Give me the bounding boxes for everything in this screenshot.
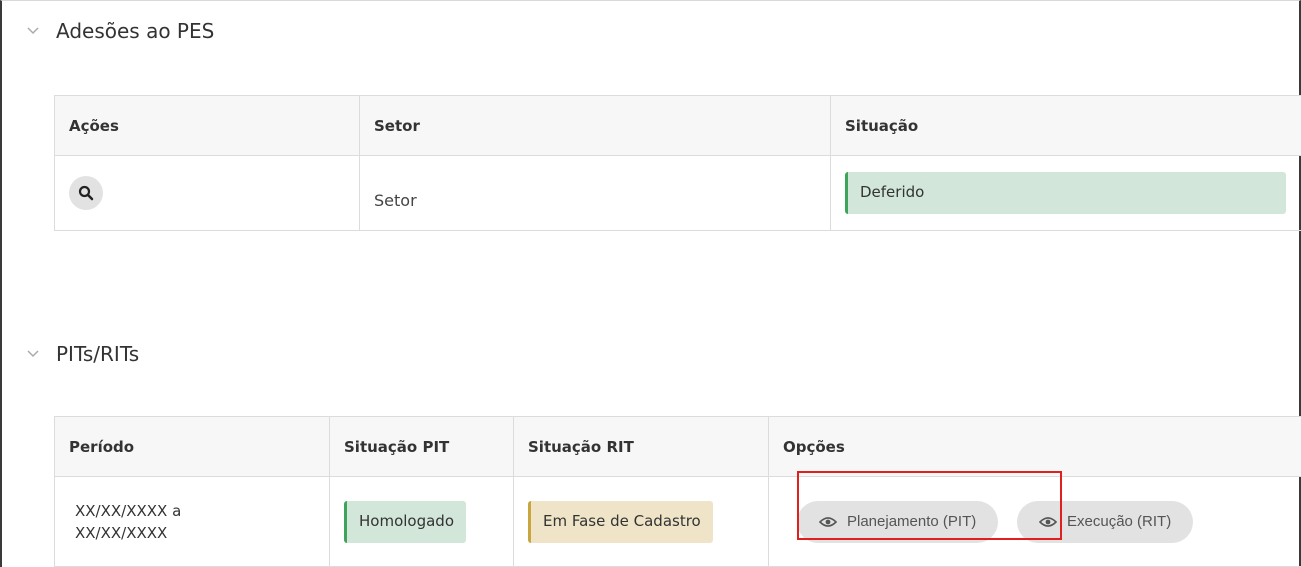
- column-header: Situação RIT: [513, 416, 769, 477]
- rit-status-badge: Em Fase de Cadastro: [528, 500, 713, 543]
- chevron-down-icon[interactable]: [26, 347, 40, 361]
- column-header: Opções: [768, 416, 1301, 477]
- section-title: PITs/RITs: [56, 342, 140, 366]
- pits-table: Período Situação PIT Situação RIT Opções…: [54, 416, 1301, 567]
- section-adesoes-header[interactable]: Adesões ao PES: [26, 19, 214, 43]
- periodo-end: XX/XX/XXXX: [75, 523, 168, 542]
- table-header-row: Ações Setor Situação: [54, 95, 1301, 156]
- search-icon: [78, 185, 94, 201]
- setor-cell: Setor: [359, 155, 831, 231]
- situacao-rit-cell: Em Fase de Cadastro: [513, 476, 769, 567]
- actions-cell: [54, 155, 360, 231]
- section-title: Adesões ao PES: [56, 19, 215, 43]
- view-button[interactable]: [69, 176, 103, 210]
- situacao-cell: Deferido: [830, 155, 1301, 231]
- status-badge: Deferido: [845, 172, 1286, 214]
- table-header-row: Período Situação PIT Situação RIT Opções: [54, 416, 1301, 477]
- periodo-cell: XX/XX/XXXX a XX/XX/XXXX: [54, 476, 330, 567]
- chevron-down-icon[interactable]: [26, 24, 40, 38]
- column-header: Situação PIT: [329, 416, 514, 477]
- button-label: Execução (RIT): [1067, 513, 1172, 530]
- page-frame: Adesões ao PES Ações Setor Situação Seto…: [0, 0, 1301, 567]
- section-pits-header[interactable]: PITs/RITs: [26, 342, 139, 366]
- column-header: Situação: [830, 95, 1301, 156]
- adesoes-table: Ações Setor Situação Setor Deferido: [54, 95, 1301, 231]
- periodo-start: XX/XX/XXXX a: [75, 501, 182, 520]
- table-row: Setor Deferido: [54, 155, 1301, 231]
- table-row: XX/XX/XXXX a XX/XX/XXXX Homologado Em Fa…: [54, 476, 1301, 567]
- column-header: Período: [54, 416, 330, 477]
- column-header: Setor: [359, 95, 831, 156]
- situacao-pit-cell: Homologado: [329, 476, 514, 567]
- highlight-annotation-box: [797, 471, 1062, 540]
- column-header: Ações: [54, 95, 360, 156]
- pit-status-badge: Homologado: [344, 500, 467, 543]
